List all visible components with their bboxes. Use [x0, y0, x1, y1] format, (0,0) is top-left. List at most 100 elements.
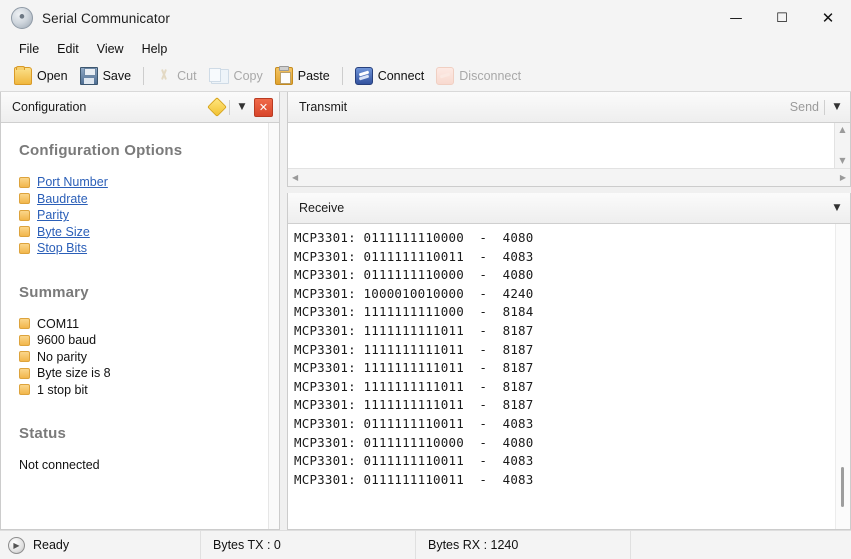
config-link-baudrate[interactable]: Baudrate — [37, 192, 88, 206]
panel-splitter[interactable] — [280, 92, 287, 530]
transmit-input-area: ▲ ▼ — [288, 123, 850, 168]
transmit-panel: Transmit Send ▼ ▲ ▼ ◀ ▶ — [287, 92, 851, 187]
toolbar-copy-button: Copy — [203, 64, 269, 88]
folder-open-icon — [14, 67, 32, 85]
list-item: MCP3301: 1111111111011 - 8187 — [294, 322, 835, 341]
app-icon-glyph: ⚫ — [18, 13, 26, 23]
toolbar: Open Save Cut Copy Paste Connect Disconn… — [0, 61, 851, 92]
list-item: MCP3301: 0111111110011 - 4083 — [294, 415, 835, 434]
transmit-panel-header: Transmit Send ▼ — [288, 92, 850, 123]
title-bar: ⚫ Serial Communicator — ☐ ✕ — [0, 0, 851, 36]
configuration-panel-header: Configuration ▼ ✕ — [1, 92, 279, 123]
list-item[interactable]: Parity — [19, 207, 279, 224]
menu-item-edit[interactable]: Edit — [48, 39, 88, 59]
maximize-button[interactable]: ☐ — [759, 0, 805, 36]
toolbar-copy-label: Copy — [234, 69, 263, 83]
summary-port: COM11 — [37, 317, 79, 331]
list-item[interactable]: Byte Size — [19, 224, 279, 241]
close-icon[interactable]: ✕ — [254, 98, 273, 117]
menu-item-file[interactable]: File — [10, 39, 48, 59]
menu-item-help[interactable]: Help — [133, 39, 177, 59]
list-item: MCP3301: 0111111110011 - 4083 — [294, 471, 835, 490]
bullet-icon — [19, 351, 30, 362]
receive-log[interactable]: MCP3301: 0111111110000 - 4080 MCP3301: 0… — [288, 224, 835, 529]
receive-body: MCP3301: 0111111110000 - 4080 MCP3301: 0… — [288, 224, 850, 529]
config-link-byte-size[interactable]: Byte Size — [37, 225, 90, 239]
scroll-down-icon[interactable]: ▼ — [839, 157, 845, 165]
receive-vertical-scrollbar[interactable] — [835, 224, 850, 529]
receive-panel-header: Receive ▼ — [288, 193, 850, 224]
list-item: MCP3301: 0111111110000 - 4080 — [294, 229, 835, 248]
spacer — [19, 398, 279, 425]
scissors-icon — [156, 68, 172, 84]
scroll-left-icon[interactable]: ◀ — [292, 174, 298, 182]
window-controls: — ☐ ✕ — [713, 0, 851, 36]
pin-diamond-icon[interactable] — [207, 97, 227, 117]
floppy-disk-icon — [80, 67, 98, 85]
bullet-icon — [19, 193, 30, 204]
list-item: 9600 baud — [19, 332, 279, 349]
scrollbar-thumb[interactable] — [841, 467, 844, 507]
list-item: MCP3301: 1111111111011 - 8187 — [294, 341, 835, 360]
toolbar-paste-button[interactable]: Paste — [269, 64, 336, 88]
bullet-icon — [19, 210, 30, 221]
configuration-options-list: Port Number Baudrate Parity Byte Size — [19, 174, 279, 257]
transmit-horizontal-scrollbar[interactable]: ◀ ▶ — [288, 168, 850, 186]
list-item[interactable]: Stop Bits — [19, 240, 279, 257]
transmit-input[interactable] — [288, 123, 834, 168]
chevron-down-icon[interactable]: ▼ — [830, 100, 844, 114]
config-link-port-number[interactable]: Port Number — [37, 175, 108, 189]
configuration-panel-actions: ▼ ✕ — [210, 98, 273, 117]
status-circle-icon: ▶ — [8, 537, 25, 554]
application-window: ⚫ Serial Communicator — ☐ ✕ File Edit Vi… — [0, 0, 851, 559]
menu-item-view[interactable]: View — [88, 39, 133, 59]
toolbar-open-button[interactable]: Open — [8, 64, 74, 88]
toolbar-open-label: Open — [37, 69, 68, 83]
receive-panel-actions: ▼ — [830, 201, 844, 215]
status-ready-cell: ▶ Ready — [0, 531, 201, 559]
chevron-down-icon[interactable]: ▼ — [235, 100, 249, 114]
toolbar-save-label: Save — [103, 69, 132, 83]
summary-stop-bits: 1 stop bit — [37, 383, 88, 397]
status-bytes-rx: Bytes RX : 1240 — [416, 531, 631, 559]
toolbar-connect-button[interactable]: Connect — [349, 64, 431, 88]
list-item: MCP3301: 1111111111011 - 8187 — [294, 378, 835, 397]
main-body: Configuration ▼ ✕ Configuration Options … — [0, 92, 851, 530]
plug-disconnect-icon — [436, 67, 454, 85]
config-link-parity[interactable]: Parity — [37, 208, 69, 222]
window-title: Serial Communicator — [42, 11, 170, 26]
list-item[interactable]: Port Number — [19, 174, 279, 191]
app-circle-icon: ⚫ — [11, 7, 33, 29]
configuration-scrollbar[interactable] — [268, 123, 279, 529]
minimize-button[interactable]: — — [713, 0, 759, 36]
close-button[interactable]: ✕ — [805, 0, 851, 36]
header-separator — [824, 100, 825, 115]
bullet-icon — [19, 368, 30, 379]
transmit-vertical-scrollbar[interactable]: ▲ ▼ — [834, 123, 850, 168]
toolbar-connect-label: Connect — [378, 69, 425, 83]
bullet-icon — [19, 243, 30, 254]
chevron-down-icon[interactable]: ▼ — [830, 201, 844, 215]
toolbar-disconnect-button: Disconnect — [430, 64, 527, 88]
scroll-up-icon[interactable]: ▲ — [839, 126, 845, 134]
toolbar-separator-2 — [342, 67, 343, 85]
menu-bar: File Edit View Help — [0, 36, 851, 61]
scroll-right-icon[interactable]: ▶ — [840, 174, 846, 182]
status-bar: ▶ Ready Bytes TX : 0 Bytes RX : 1240 — [0, 530, 851, 559]
list-item[interactable]: Baudrate — [19, 191, 279, 208]
copy-icon — [211, 69, 229, 84]
toolbar-disconnect-label: Disconnect — [459, 69, 521, 83]
status-heading: Status — [19, 425, 279, 442]
list-item: MCP3301: 0111111110000 - 4080 — [294, 434, 835, 453]
config-link-stop-bits[interactable]: Stop Bits — [37, 241, 87, 255]
list-item: MCP3301: 1111111111011 - 8187 — [294, 359, 835, 378]
transmit-panel-title: Transmit — [299, 100, 790, 114]
list-item: 1 stop bit — [19, 382, 279, 399]
toolbar-separator-1 — [143, 67, 144, 85]
plug-connect-icon — [355, 67, 373, 85]
bullet-icon — [19, 226, 30, 237]
status-value: Not connected — [19, 458, 279, 472]
configuration-panel-body: Configuration Options Port Number Baudra… — [1, 123, 279, 529]
toolbar-save-button[interactable]: Save — [74, 64, 138, 88]
summary-parity: No parity — [37, 350, 87, 364]
